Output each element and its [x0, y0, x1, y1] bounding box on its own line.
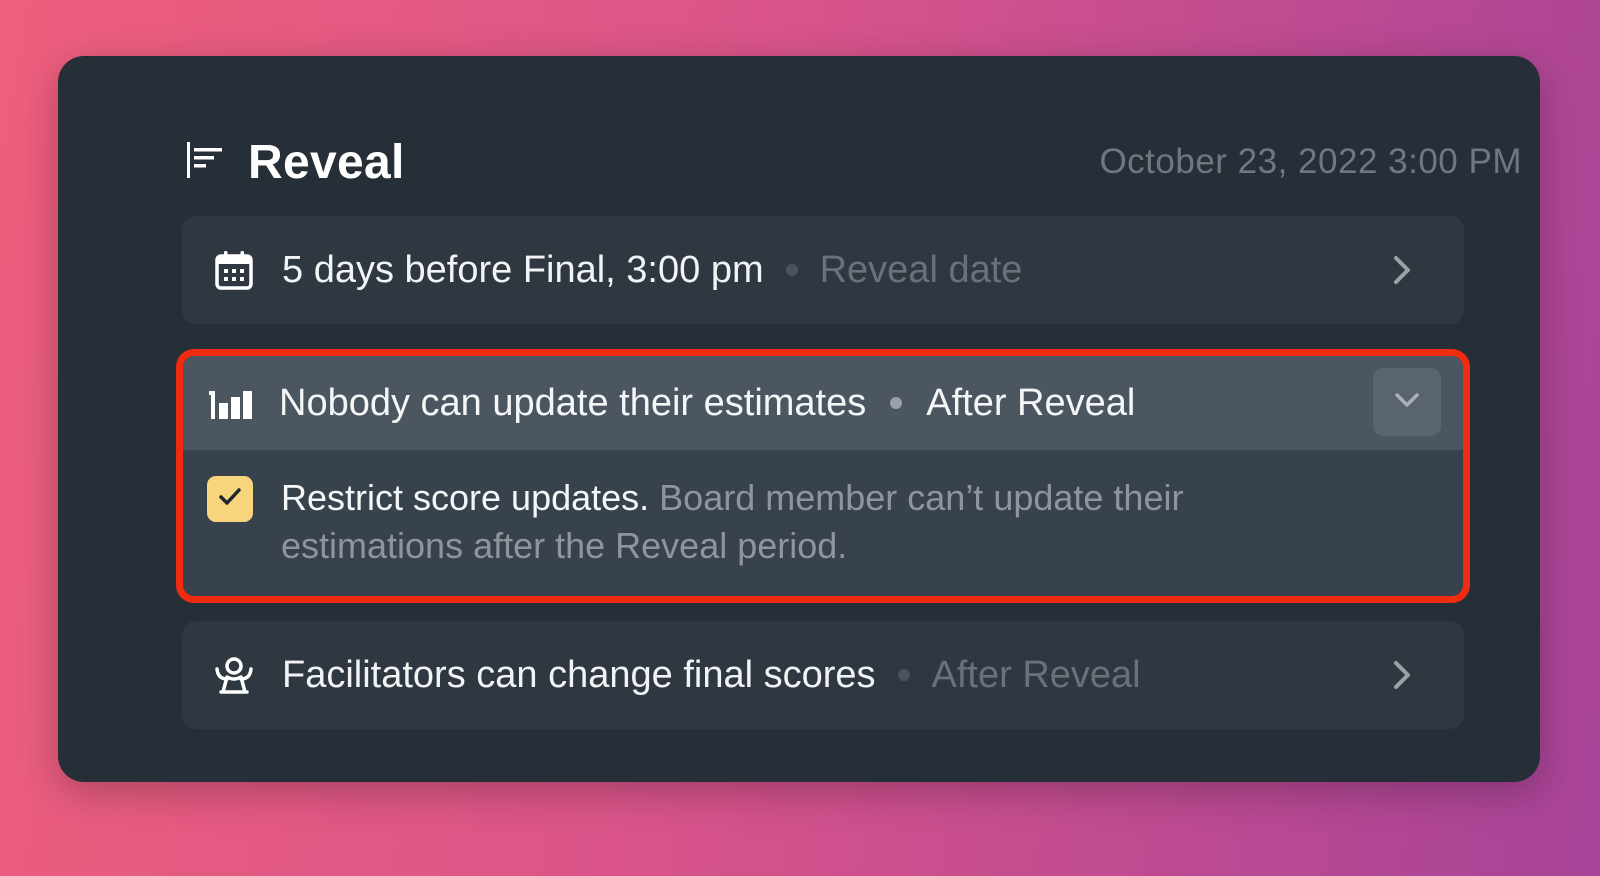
restrict-option: Restrict score updates. Board member can… — [183, 450, 1463, 570]
estimates-sublabel: After Reveal — [926, 381, 1136, 424]
panel-header: Reveal October 23, 2022 3:00 PM — [186, 130, 1522, 194]
facilitator-icon — [212, 653, 256, 697]
calendar-icon — [212, 248, 256, 292]
bar-chart-icon — [209, 381, 253, 425]
reveal-settings-panel: Reveal October 23, 2022 3:00 PM 5 days b… — [58, 56, 1540, 782]
title-group: Reveal — [186, 135, 405, 190]
facilitators-label: Facilitators can change final scores — [282, 653, 876, 696]
estimates-section-highlighted: Nobody can update their estimates After … — [176, 349, 1470, 603]
facilitators-row[interactable]: Facilitators can change final scores Aft… — [182, 621, 1464, 729]
chevron-down-icon — [1389, 382, 1425, 423]
reveal-datetime: October 23, 2022 3:00 PM — [1099, 142, 1522, 181]
chevron-right-icon[interactable] — [1380, 248, 1424, 292]
reveal-date-label: 5 days before Final, 3:00 pm — [282, 248, 764, 291]
align-left-icon — [186, 140, 226, 185]
facilitators-sublabel: After Reveal — [931, 653, 1141, 696]
checkmark-icon — [215, 482, 245, 517]
estimates-label: Nobody can update their estimates — [279, 381, 867, 424]
separator-dot — [785, 264, 798, 276]
reveal-date-sublabel: Reveal date — [819, 248, 1023, 291]
estimates-row[interactable]: Nobody can update their estimates After … — [183, 356, 1463, 450]
reveal-date-row[interactable]: 5 days before Final, 3:00 pm Reveal date — [182, 216, 1464, 324]
chevron-right-icon[interactable] — [1380, 653, 1424, 697]
separator-dot — [897, 669, 910, 681]
restrict-option-text: Restrict score updates. Board member can… — [281, 474, 1341, 570]
restrict-score-checkbox[interactable] — [207, 476, 253, 522]
page-title: Reveal — [248, 135, 405, 189]
separator-dot — [890, 397, 903, 409]
restrict-option-title: Restrict score updates. — [281, 477, 650, 518]
collapse-button[interactable] — [1373, 368, 1441, 436]
